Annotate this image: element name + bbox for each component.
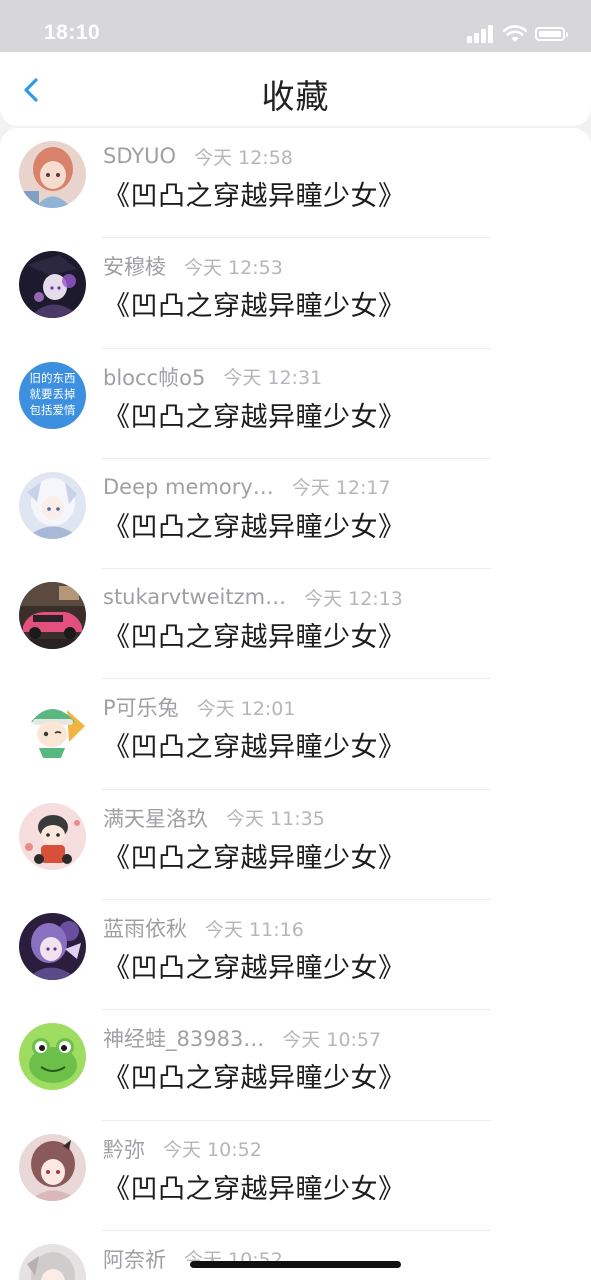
avatar[interactable] (19, 582, 86, 650)
username[interactable]: Deep memory… (103, 475, 274, 499)
chibi-green-hat-avatar (19, 692, 86, 760)
list-item[interactable]: Deep memory… 今天 12:17 《凹凸之穿越异瞳少女》 (0, 459, 591, 570)
username[interactable]: 黔弥 (103, 1134, 145, 1164)
timestamp: 今天 12:01 (196, 697, 296, 720)
timestamp: 今天 12:13 (304, 587, 403, 610)
avatar[interactable] (19, 141, 86, 208)
anime-girl-orange-hair-avatar (19, 141, 86, 208)
brown-hair-anime-avatar (19, 1133, 86, 1201)
username[interactable]: 蓝雨依秋 (103, 913, 187, 943)
list-item[interactable]: 安穆棱 今天 12:53 《凹凸之穿越异瞳少女》 (0, 238, 591, 349)
favorites-list: SDYUO 今天 12:58 《凹凸之穿越异瞳少女》 安穆棱 今天 12:53 … (0, 128, 591, 1280)
list-item[interactable]: 神经蛙_83983… 今天 10:57 《凹凸之穿越异瞳少女》 (0, 1010, 591, 1121)
username[interactable]: stukarvtweitzm… (103, 585, 286, 609)
meta-line: SDYUO 今天 12:58 (103, 142, 293, 170)
timestamp: 今天 10:52 (184, 1245, 283, 1272)
timestamp: 今天 12:17 (291, 477, 391, 500)
timestamp: 今天 12:53 (184, 256, 283, 279)
meta-line: 满天星洛玖 今天 11:35 (103, 804, 325, 832)
username[interactable]: blocc帧o5 (103, 362, 205, 392)
meta-line: 安穆棱 今天 12:53 (103, 252, 283, 280)
list-item[interactable]: P可乐兔 今天 12:01 《凹凸之穿越异瞳少女》 (0, 679, 591, 790)
home-indicator[interactable] (190, 1261, 401, 1268)
meta-line: P可乐兔 今天 12:01 (103, 693, 295, 721)
green-frog-avatar (19, 1023, 86, 1091)
item-title[interactable]: 《凹凸之穿越异瞳少女》 (103, 174, 406, 213)
list-item[interactable]: SDYUO 今天 12:58 《凹凸之穿越异瞳少女》 (0, 128, 591, 239)
avatar[interactable] (19, 802, 86, 870)
avatar-text-line: 就要丢掉 (30, 387, 76, 401)
silver-hair-anime-avatar (19, 1243, 86, 1280)
item-title[interactable]: 《凹凸之穿越异瞳少女》 (103, 395, 406, 434)
item-title[interactable]: 《凹凸之穿越异瞳少女》 (103, 1167, 406, 1206)
pink-car-avatar (19, 582, 86, 650)
avatar[interactable] (19, 692, 86, 760)
timestamp: 今天 12:31 (223, 367, 323, 390)
purple-anime-girl-avatar (19, 913, 86, 981)
list-item[interactable]: 阿奈祈 今天 10:52 (0, 1231, 591, 1280)
item-title[interactable]: 《凹凸之穿越异瞳少女》 (103, 615, 406, 654)
item-title[interactable]: 《凹凸之穿越异瞳少女》 (103, 284, 406, 323)
battery-icon (535, 27, 568, 41)
item-title[interactable]: 《凹凸之穿越异瞳少女》 (103, 725, 406, 764)
dark-purple-anime-avatar (19, 251, 86, 319)
timestamp: 今天 12:58 (194, 146, 293, 169)
meta-line: stukarvtweitzm… 今天 12:13 (103, 583, 403, 611)
status-icons (467, 24, 568, 44)
list-item[interactable]: stukarvtweitzm… 今天 12:13 《凹凸之穿越异瞳少女》 (0, 569, 591, 680)
avatar[interactable] (19, 1133, 86, 1201)
avatar[interactable] (19, 1243, 86, 1280)
meta-line: Deep memory… 今天 12:17 (103, 473, 391, 501)
avatar[interactable] (19, 471, 86, 539)
timestamp: 今天 11:16 (205, 918, 304, 941)
username[interactable]: 神经蛙_83983… (103, 1023, 264, 1053)
status-time: 18:10 (44, 21, 101, 44)
username[interactable]: 阿奈祈 (103, 1244, 166, 1274)
avatar[interactable] (19, 1023, 86, 1091)
list-item[interactable]: 满天星洛玖 今天 11:35 《凹凸之穿越异瞳少女》 (0, 790, 591, 901)
navigation-bar: 收藏 (0, 52, 591, 126)
meta-line: blocc帧o5 今天 12:31 (103, 363, 322, 391)
status-bar: 18:10 (0, 0, 591, 52)
white-hair-anime-avatar (19, 471, 86, 539)
username[interactable]: P可乐兔 (103, 692, 179, 722)
item-title[interactable]: 《凹凸之穿越异瞳少女》 (103, 1056, 406, 1095)
username[interactable]: SDYUO (103, 144, 176, 168)
username[interactable]: 安穆棱 (103, 251, 166, 281)
avatar[interactable] (19, 251, 86, 319)
avatar[interactable] (19, 913, 86, 981)
cellular-signal-icon (467, 25, 493, 43)
blue-text-avatar: 旧的东西 就要丢掉 包括爱情 (19, 361, 86, 429)
chibi-boy-avatar (19, 802, 86, 870)
avatar[interactable]: 旧的东西 就要丢掉 包括爱情 (19, 361, 86, 429)
item-title[interactable]: 《凹凸之穿越异瞳少女》 (103, 946, 406, 985)
item-title[interactable]: 《凹凸之穿越异瞳少女》 (103, 836, 406, 875)
username[interactable]: 满天星洛玖 (103, 803, 208, 833)
meta-line: 黔弥 今天 10:52 (103, 1135, 262, 1163)
timestamp: 今天 11:35 (226, 808, 325, 831)
meta-line: 阿奈祈 今天 10:52 (103, 1245, 283, 1273)
meta-line: 神经蛙_83983… 今天 10:57 (103, 1024, 381, 1052)
list-item[interactable]: 蓝雨依秋 今天 11:16 《凹凸之穿越异瞳少女》 (0, 900, 591, 1011)
timestamp: 今天 10:57 (282, 1028, 382, 1051)
timestamp: 今天 10:52 (163, 1139, 262, 1162)
avatar-text-line: 旧的东西 (30, 371, 76, 385)
avatar-text-line: 包括爱情 (30, 403, 76, 417)
meta-line: 蓝雨依秋 今天 11:16 (103, 914, 304, 942)
list-item[interactable]: 旧的东西 就要丢掉 包括爱情 blocc帧o5 今天 12:31 《凹凸之穿越异… (0, 349, 591, 459)
wifi-icon (503, 25, 527, 42)
list-item[interactable]: 黔弥 今天 10:52 《凹凸之穿越异瞳少女》 (0, 1121, 591, 1231)
page-title: 收藏 (261, 77, 330, 116)
item-title[interactable]: 《凹凸之穿越异瞳少女》 (103, 505, 406, 544)
